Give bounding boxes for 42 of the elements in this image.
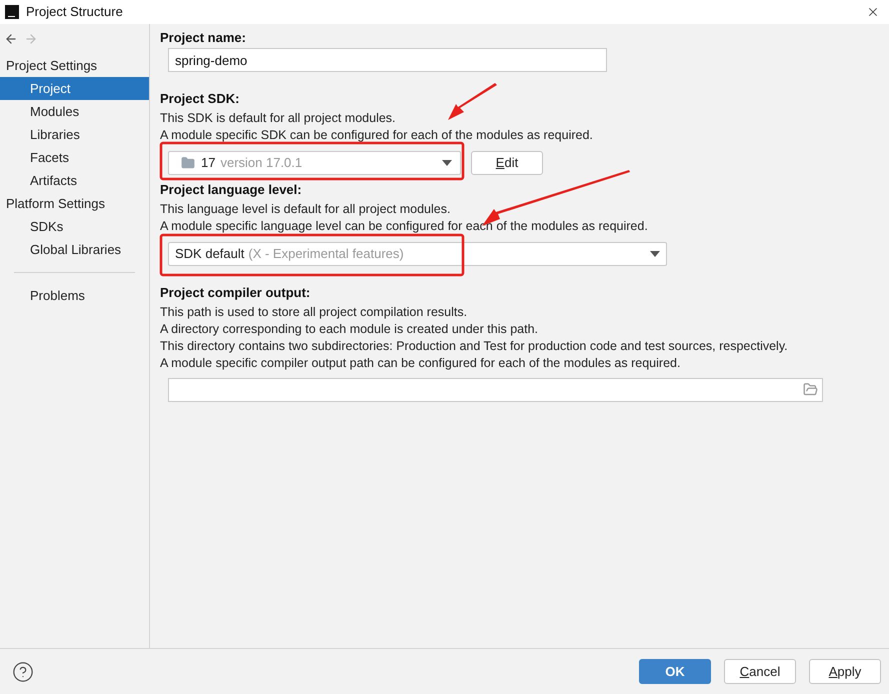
description-text: A module specific compiler output path can be configured for each of the modules as required. — [160, 354, 682, 372]
annotation-arrow — [448, 83, 497, 120]
language-level-dropdown[interactable]: SDK default (X - Experimental features) — [168, 242, 667, 266]
sdk-dropdown[interactable]: 17 version 17.0.1 — [168, 150, 461, 174]
sidebar-item[interactable]: Modules — [0, 100, 149, 123]
description-text: This language level is default for all project modules. — [160, 200, 452, 218]
dialog-button[interactable]: Cancel — [724, 659, 796, 684]
description-text: A directory corresponding to each module is created under this path. — [160, 320, 539, 338]
compiler-output-field[interactable] — [168, 378, 823, 402]
section-heading: Project compiler output: — [160, 284, 312, 300]
sidebar-item[interactable]: Libraries — [0, 123, 149, 146]
close-icon[interactable] — [866, 5, 880, 19]
sidebar-item[interactable]: Project — [0, 77, 149, 100]
language-level-detail: (X - Experimental features) — [248, 244, 404, 263]
dropdown-caret-icon — [442, 160, 452, 166]
help-icon[interactable] — [12, 660, 34, 682]
sidebar-item[interactable]: Facets — [0, 146, 149, 169]
language-level-value: SDK default — [175, 244, 244, 263]
sidebar-item[interactable]: Problems — [0, 284, 149, 307]
sdk-version: version 17.0.1 — [220, 154, 302, 172]
section-heading: Project name: — [160, 30, 247, 46]
dialog-button[interactable]: Apply — [809, 659, 881, 684]
description-text: This SDK is default for all project modules. — [160, 110, 397, 126]
sidebar-item[interactable]: SDKs — [0, 215, 149, 238]
sidebar-group-label: Project Settings — [5, 56, 98, 75]
sidebar-item[interactable]: Artifacts — [0, 169, 149, 192]
ok-button[interactable]: OK — [639, 659, 711, 684]
edit-button[interactable]: Edit — [471, 150, 543, 174]
folder-icon — [181, 156, 195, 170]
project-name-field[interactable]: spring-demo — [168, 48, 607, 72]
sdk-value: 17 — [201, 154, 216, 172]
browse-folder-icon[interactable] — [803, 382, 818, 397]
section-heading: Project SDK: — [160, 90, 240, 106]
window-title: Project Structure — [26, 3, 123, 22]
description-text: This directory contains two subdirectories: Production and Test for production code and test sources, respectively. — [160, 338, 789, 354]
section-heading: Project language level: — [160, 182, 303, 198]
dropdown-caret-icon — [650, 250, 660, 256]
sidebar-item[interactable]: Global Libraries — [0, 238, 149, 261]
app-logo-icon — [5, 5, 19, 19]
sidebar-group-label: Platform Settings — [5, 194, 106, 213]
description-text: A module specific SDK can be configured for each of the modules as required. — [160, 126, 594, 144]
description-text: This path is used to store all project compilation results. — [160, 304, 468, 320]
